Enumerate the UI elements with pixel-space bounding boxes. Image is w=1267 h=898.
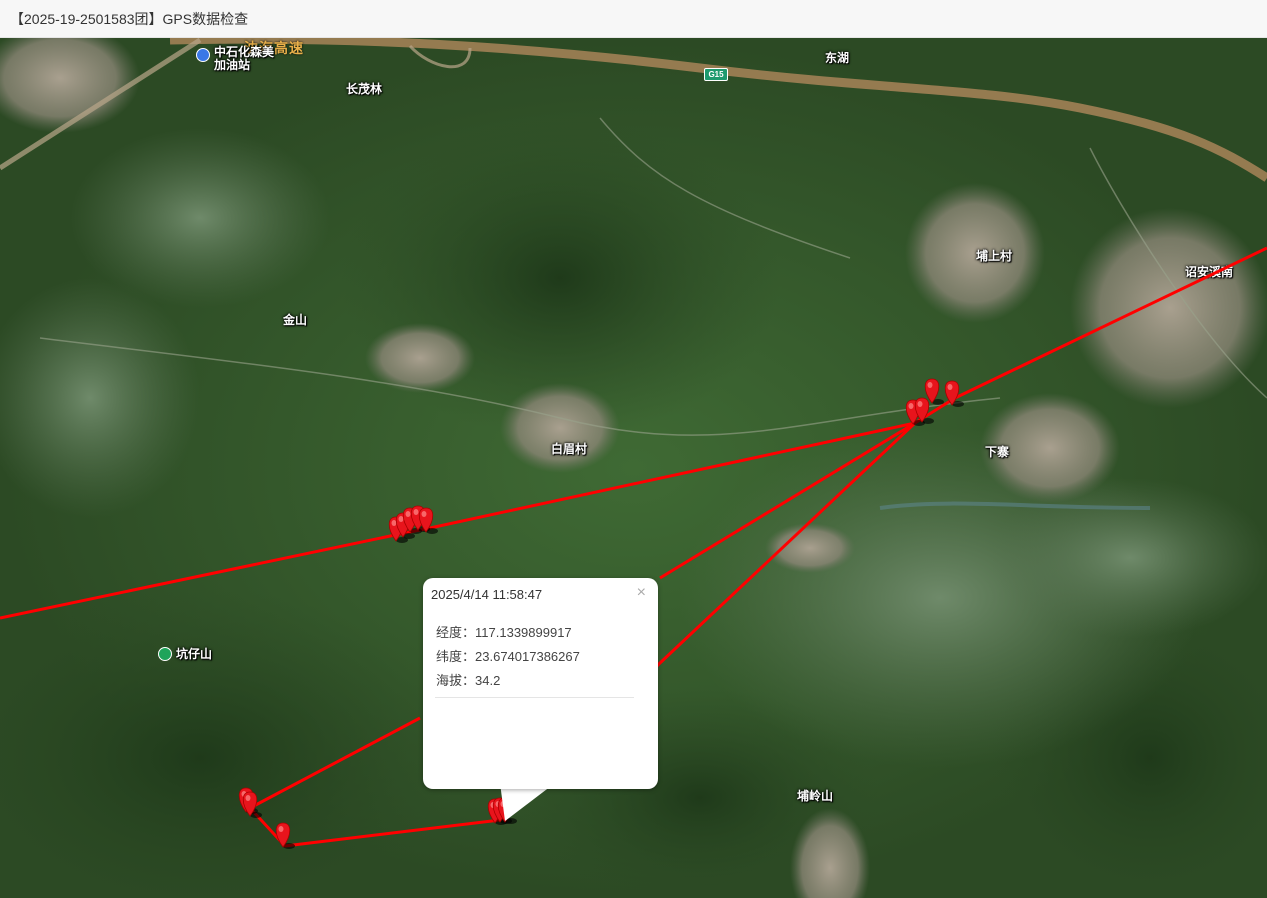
altitude-label: 海拔：: [436, 673, 476, 688]
map-view[interactable]: 沈海高速 G15 长茂林 东湖 埔上村 诏安溪南 金山 白眉村 下寨 埔岭山 中石化森美 加油…: [0, 38, 1267, 898]
latitude-label: 纬度：: [436, 649, 476, 664]
latitude-value: 23.674017386267: [475, 649, 580, 664]
gps-track-segment-3: [659, 421, 916, 580]
popup-altitude-row: 海拔：34.2: [436, 670, 500, 689]
gps-info-popup: 2025/4/14 11:58:47 × 经度：117.1339899917 纬…: [423, 578, 658, 789]
close-icon[interactable]: ×: [637, 584, 646, 602]
gps-track-segment-2: [914, 246, 1267, 425]
popup-divider: [435, 697, 634, 698]
longitude-label: 经度：: [436, 625, 476, 640]
title-bar: 【2025-19-2501583团】GPS数据检查: [0, 0, 1267, 38]
popup-latitude-row: 纬度：23.674017386267: [436, 646, 580, 665]
gps-marker-icon[interactable]: [275, 822, 295, 849]
popup-longitude-row: 经度：117.1339899917: [436, 622, 572, 641]
longitude-value: 117.1339899917: [475, 625, 572, 640]
popup-timestamp: 2025/4/14 11:58:47: [431, 587, 543, 602]
page-title: 【2025-19-2501583团】GPS数据检查: [10, 11, 249, 27]
gps-marker-icon[interactable]: [242, 791, 262, 818]
altitude-value: 34.2: [475, 673, 501, 688]
